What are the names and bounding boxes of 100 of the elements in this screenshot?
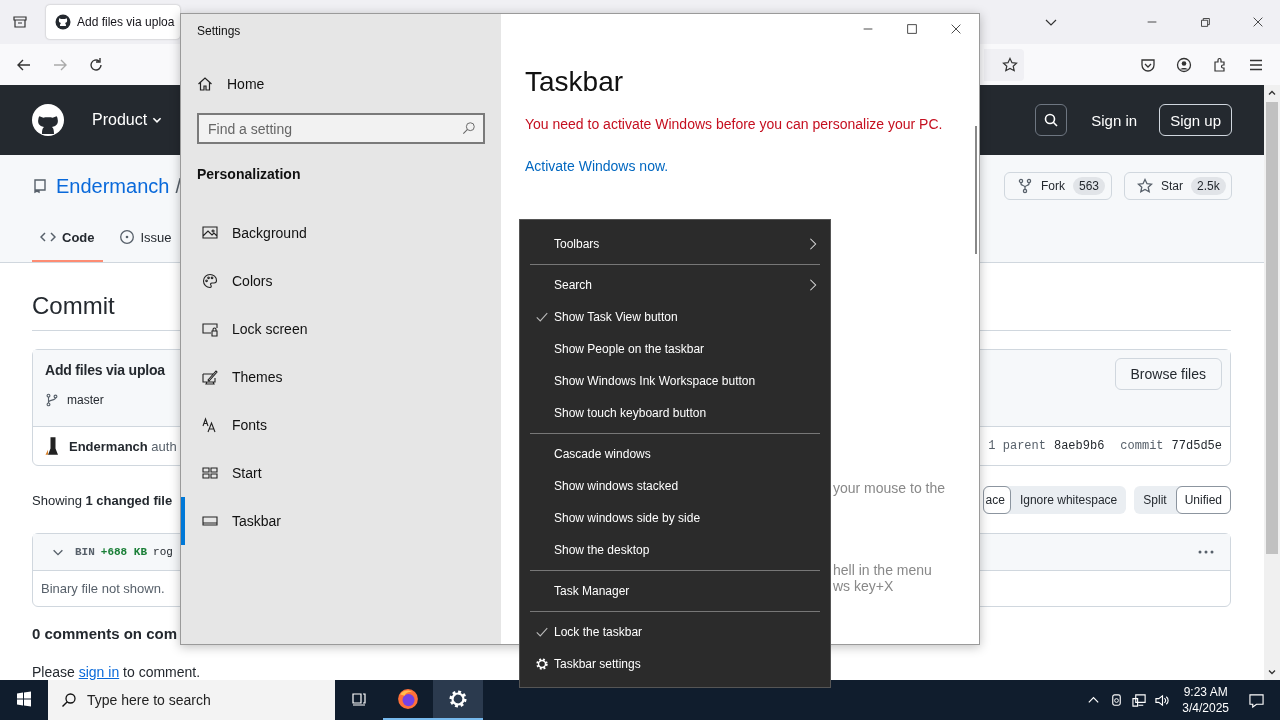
setting-description: ws key+X: [833, 578, 895, 594]
activate-windows-link[interactable]: Activate Windows now.: [525, 158, 669, 174]
taskbar-icon: [202, 513, 218, 529]
background-icon: [202, 225, 218, 241]
repo-tab[interactable]: Code: [32, 214, 103, 262]
commit-sha: 77d5d5e: [1171, 439, 1222, 453]
menu-item[interactable]: Lock the taskbar: [530, 616, 820, 648]
activation-warning: You need to activate Windows before you can personalize your PC.: [525, 116, 943, 132]
reload-icon[interactable]: [88, 56, 104, 73]
browse-files-button[interactable]: Browse files: [1114, 358, 1222, 390]
file-size: +688 KB: [100, 546, 148, 558]
menu-item[interactable]: Show the desktop: [530, 534, 820, 566]
repo-owner-link[interactable]: Endermanch: [56, 174, 170, 198]
settings-nav-item[interactable]: Fonts: [181, 401, 485, 449]
browser-tab[interactable]: Add files via uploa: [46, 5, 180, 39]
taskbar-search-field[interactable]: Type here to search: [48, 680, 335, 720]
repo-icon: [32, 178, 48, 195]
close-icon[interactable]: [949, 22, 963, 36]
sign-in-link[interactable]: Sign in: [1091, 111, 1138, 129]
window-title: Settings: [197, 24, 242, 38]
page-title: Taskbar: [525, 66, 624, 98]
start-icon: [202, 465, 218, 481]
file-status: BIN: [75, 546, 95, 558]
comment-prompt: Please sign in to comment.: [32, 664, 201, 680]
star-button[interactable]: Star 2.5k: [1124, 172, 1232, 201]
commit-label: commit: [1120, 439, 1164, 453]
commit-author: Endermanch auth: [69, 438, 177, 454]
gear-icon: [535, 657, 549, 671]
colors-icon: [202, 273, 218, 289]
search-icon: [61, 692, 77, 708]
menu-item[interactable]: Show Windows Ink Workspace button: [530, 365, 820, 397]
sign-in-link[interactable]: sign in: [78, 664, 120, 680]
windows-icon: [16, 691, 32, 707]
menu-item[interactable]: Show People on the taskbar: [530, 333, 820, 365]
branch-name: master: [67, 393, 104, 407]
view-option[interactable]: Ignore whitespace: [1010, 486, 1127, 514]
menu-item[interactable]: Cascade windows: [530, 438, 820, 470]
task-view-icon: [351, 691, 367, 707]
gear-icon: [447, 688, 469, 710]
scrollbar[interactable]: [1264, 85, 1280, 680]
lock-icon: [202, 321, 218, 337]
settings-nav-item[interactable]: Start: [181, 449, 485, 497]
home-icon: [197, 76, 213, 92]
extensions-icon[interactable]: [1212, 56, 1228, 73]
menu-item[interactable]: Show windows stacked: [530, 470, 820, 502]
view-option[interactable]: Unified: [1175, 486, 1231, 514]
parent-sha-link[interactable]: 8aeb9b6: [1053, 439, 1105, 453]
search-field[interactable]: Find a setting: [197, 113, 485, 144]
address-bar[interactable]: [984, 48, 1024, 81]
commit-title: Add files via uploa: [45, 362, 165, 378]
file-name: rog: [153, 546, 173, 558]
search-button[interactable]: [1035, 104, 1068, 137]
menu-item[interactable]: Show windows side by side: [530, 502, 820, 534]
menu-item[interactable]: Show touch keyboard button: [530, 397, 820, 429]
menu-item[interactable]: Show Task View button: [530, 301, 820, 333]
sign-up-button[interactable]: Sign up: [1159, 104, 1232, 137]
network-icon[interactable]: [1132, 692, 1148, 708]
search-icon: [462, 121, 476, 135]
kebab-menu-icon[interactable]: [1198, 550, 1214, 554]
file-note: Binary file not shown.: [41, 581, 165, 596]
section-heading: Personalization: [197, 166, 302, 182]
parent-label: 1 parent: [988, 439, 1046, 453]
scroll-up-icon[interactable]: [1267, 88, 1277, 98]
view-option[interactable]: ace: [982, 486, 1011, 514]
view-option[interactable]: Split: [1134, 486, 1176, 514]
maximize-icon[interactable]: [905, 22, 919, 36]
notifications-icon[interactable]: [1249, 692, 1264, 708]
restore-icon[interactable]: [1198, 15, 1212, 29]
pocket-icon[interactable]: [1140, 56, 1156, 73]
clock[interactable]: 9:23 AM 3/4/2025: [1182, 684, 1229, 716]
themes-icon: [202, 369, 218, 385]
fork-button[interactable]: Fork 563: [1004, 172, 1112, 201]
home-nav-item[interactable]: Home: [197, 76, 485, 92]
github-icon: [55, 14, 71, 30]
close-icon[interactable]: [1251, 15, 1265, 29]
menu-item[interactable]: Toolbars: [530, 228, 820, 260]
search-icon: [1043, 112, 1060, 129]
github-logo-icon[interactable]: [32, 104, 64, 137]
repo-tab[interactable]: Issue: [110, 214, 172, 262]
settings-nav-item[interactable]: Background: [181, 209, 485, 257]
comments-heading: 0 comments on com: [32, 625, 178, 642]
settings-nav-item[interactable]: Taskbar: [181, 497, 485, 545]
diff-summary: Showing 1 changed file: [32, 492, 173, 508]
account-icon[interactable]: [1176, 56, 1192, 73]
setting-description: your mouse to the: [833, 480, 946, 496]
branch-icon: [45, 393, 59, 407]
scroll-down-icon[interactable]: [1267, 667, 1277, 677]
volume-icon[interactable]: [1155, 692, 1171, 708]
settings-nav-item[interactable]: Themes: [181, 353, 485, 401]
setting-description: hell in the menu: [833, 562, 933, 578]
fonts-icon: [202, 417, 218, 433]
menu-item[interactable]: Taskbar settings: [530, 648, 820, 680]
product-menu[interactable]: Product: [86, 110, 170, 131]
firefox-icon: [397, 688, 419, 710]
star-icon: [1137, 178, 1153, 195]
settings-taskbar-button[interactable]: [433, 680, 483, 720]
menu-item[interactable]: Task Manager: [530, 575, 820, 607]
tab-list-icon[interactable]: [12, 14, 28, 30]
bookmark-star-icon[interactable]: [1002, 56, 1018, 73]
issue-icon: [118, 229, 135, 245]
